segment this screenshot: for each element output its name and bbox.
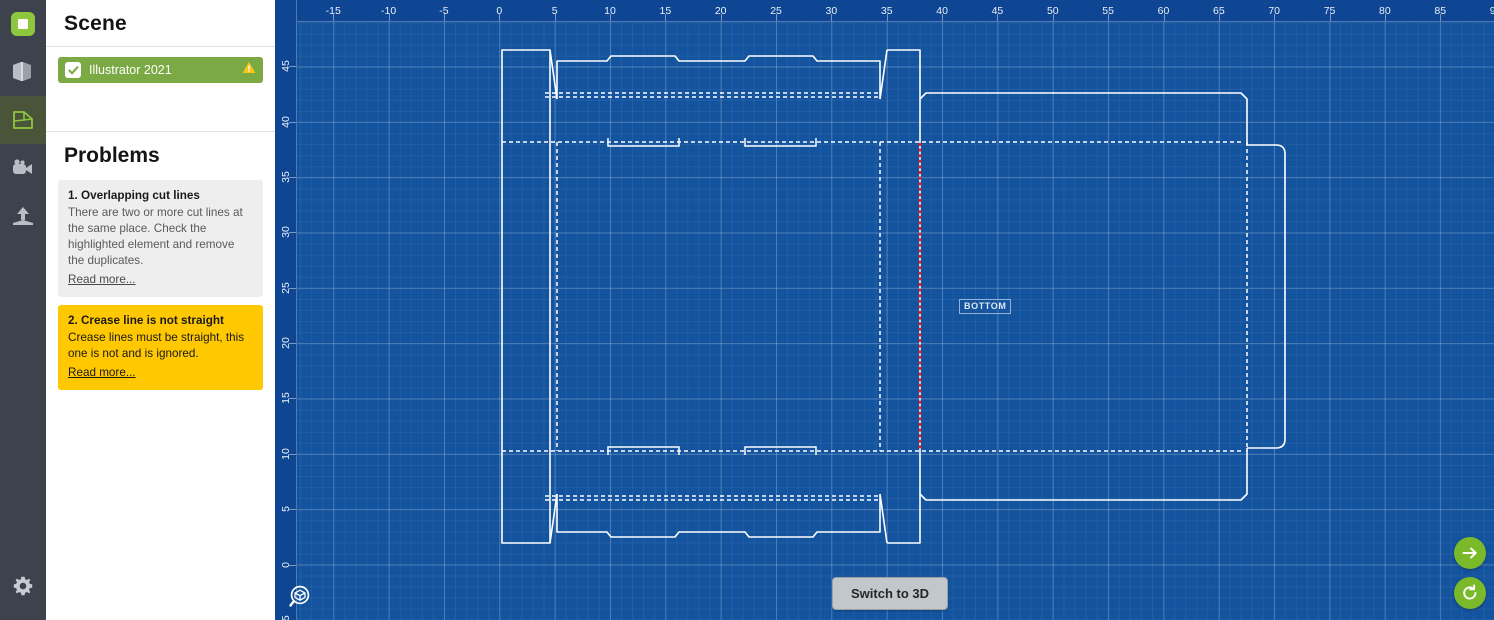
ruler-tickmark-v [289, 453, 296, 455]
ruler-tickmark-v [289, 232, 296, 234]
rail-item-design-tool[interactable] [0, 48, 46, 96]
ruler-tickmark-h [665, 14, 667, 21]
ruler-tickmark-h [388, 14, 390, 21]
ruler-tickmark-v [289, 398, 296, 400]
scene-item-checkbox[interactable] [65, 62, 81, 78]
ruler-tickmark-v [289, 343, 296, 345]
read-more-link[interactable]: Read more... [68, 365, 136, 381]
dieline-canvas[interactable]: -15 -10 -5 0 5 10 15 20 25 30 35 40 45 50 55 60 65 70 75 80… [275, 0, 1494, 620]
problem-title: 2. Crease line is not straight [68, 314, 224, 327]
side-panel: Scene Illustrator 2021 Problems 1. Overl… [46, 0, 275, 620]
ruler-tickmark-h [1384, 14, 1386, 21]
scene-item-label: Illustrator 2021 [89, 63, 172, 77]
ruler-tickmark-h [443, 14, 445, 21]
box-carton-icon [10, 107, 36, 133]
switch-to-3d-button[interactable]: Switch to 3D [832, 577, 949, 610]
ruler-tickmark-h [886, 14, 888, 21]
ruler-tickmark-v [289, 564, 296, 566]
upload-icon [10, 203, 36, 229]
ruler-tickmark-h [554, 14, 556, 21]
app-root: Scene Illustrator 2021 Problems 1. Overl… [0, 0, 1494, 620]
arrow-right-icon [1462, 547, 1477, 559]
panel-label-bottom: BOTTOM [959, 299, 1012, 314]
scene-list: Illustrator 2021 [46, 47, 275, 131]
problems-list: 1. Overlapping cut lines There are two o… [46, 180, 275, 390]
problem-item[interactable]: 2. Crease line is not straight Crease li… [58, 305, 263, 390]
ruler-tickmark-h [1440, 14, 1442, 21]
rail-bottom-group [0, 562, 46, 610]
video-camera-icon [10, 155, 36, 181]
ruler-vertical[interactable]: 45 40 35 30 25 20 15 10 5 0 -5 [275, 0, 297, 620]
gear-icon [12, 575, 34, 597]
warning-icon[interactable] [242, 61, 256, 79]
cut-lines [501, 49, 1286, 544]
check-icon [67, 65, 78, 74]
problem-item[interactable]: 1. Overlapping cut lines There are two o… [58, 180, 263, 297]
zoom-to-fit-icon [289, 585, 310, 607]
logo-icon [10, 11, 36, 37]
rail-item-camera-tool[interactable] [0, 144, 46, 192]
problem-body: There are two or more cut lines at the s… [68, 206, 243, 267]
dieline-artwork [501, 49, 1286, 544]
ruler-tickmark-h [1218, 14, 1220, 21]
ruler-tickmark-h [720, 14, 722, 21]
crease-lines [502, 92, 1248, 501]
ruler-tickmark-h [831, 14, 833, 21]
ruler-horizontal[interactable]: -15 -10 -5 0 5 10 15 20 25 30 35 40 45 50 55 60 65 70 75 80… [275, 0, 1494, 22]
ruler-tickmark-v [289, 177, 296, 179]
ruler-tickmark-v [289, 509, 296, 511]
ruler-tickmark-v [289, 287, 296, 289]
ruler-tickmark-h [1274, 14, 1276, 21]
ruler-tickmark-h [1163, 14, 1165, 21]
ruler-tickmark-v [289, 66, 296, 68]
ruler-tickmark-h [333, 14, 335, 21]
problem-body: Crease lines must be straight, this one … [68, 331, 245, 360]
problem-title: 1. Overlapping cut lines [68, 189, 200, 202]
rail-item-dieline-tool[interactable] [0, 96, 46, 144]
ruler-tickmark-h [610, 14, 611, 21]
reload-button[interactable] [1454, 577, 1486, 609]
slot-cutouts [607, 138, 817, 455]
ruler-tickmark-h [1329, 14, 1331, 21]
rail-item-export-tool[interactable] [0, 192, 46, 240]
ruler-tickmark-h [499, 14, 501, 21]
ruler-tickmark-h [942, 14, 944, 21]
rail-item-settings[interactable] [0, 562, 46, 610]
ruler-tick-h: 90 [1476, 0, 1494, 21]
ruler-tickmark-h [997, 14, 999, 21]
ruler-tickmark-h [1052, 14, 1054, 21]
read-more-link[interactable]: Read more... [68, 272, 136, 288]
ruler-tickmark-h [1108, 14, 1110, 21]
rail-item-app-logo[interactable] [0, 0, 46, 48]
ruler-tickmark-h [776, 14, 778, 21]
zoom-to-fit-button[interactable] [288, 584, 314, 610]
ruler-tickmark-v [289, 121, 296, 123]
scene-title: Scene [64, 12, 127, 35]
reload-icon [1463, 584, 1477, 600]
problems-title: Problems [64, 144, 160, 167]
next-button[interactable] [1454, 537, 1486, 569]
left-toolbar [0, 0, 46, 620]
scene-item-illustrator[interactable]: Illustrator 2021 [58, 57, 263, 83]
fold-shape-icon [10, 59, 36, 85]
